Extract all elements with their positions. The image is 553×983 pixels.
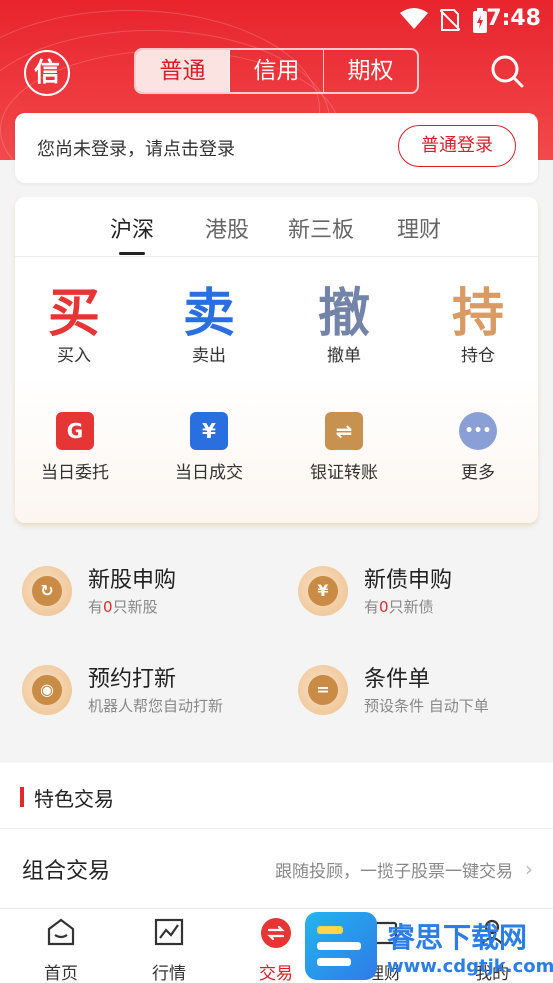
bond-subscription[interactable]: ¥ 新债申购 有0只新债 <box>298 566 553 626</box>
ipo-subscription[interactable]: ↻ 新股申购 有0只新股 <box>22 566 282 626</box>
conditional-order-subtitle: 预设条件 自动下单 <box>364 697 489 715</box>
today-orders-button[interactable]: G 当日委托 <box>15 412 135 483</box>
divider <box>0 828 553 829</box>
watermark-logo-icon <box>305 912 377 980</box>
conditional-order[interactable]: = 条件单 预设条件 自动下单 <box>298 665 553 725</box>
cancel-order-label: 撤单 <box>327 346 361 366</box>
bank-transfer-label: 银证转账 <box>310 463 378 483</box>
ipo-title: 新股申购 <box>88 568 177 593</box>
bond-subtitle: 有0只新债 <box>364 598 434 616</box>
ipo-subtitle: 有0只新股 <box>88 598 158 616</box>
login-prompt[interactable]: 您尚未登录，请点击登录 <box>37 135 235 161</box>
holdings-label: 持仓 <box>461 346 495 366</box>
home-icon <box>21 917 101 949</box>
chart-icon <box>129 917 209 949</box>
no-sim-icon <box>439 8 461 37</box>
tab-hk-stocks[interactable]: 港股 <box>205 212 249 244</box>
bond-title: 新债申购 <box>364 568 453 593</box>
status-bar: 7:48 <box>0 0 553 40</box>
tab-wealth[interactable]: 理财 <box>397 212 441 244</box>
login-card: 您尚未登录，请点击登录 普通登录 <box>15 113 538 183</box>
sell-icon: 卖 <box>182 283 235 344</box>
holdings-button[interactable]: 持 持仓 <box>423 283 533 367</box>
conditional-order-title: 条件单 <box>364 667 431 692</box>
more-icon: ••• <box>459 412 497 450</box>
more-label: 更多 <box>461 463 495 483</box>
tab-shanghai-shenzhen[interactable]: 沪深 <box>110 212 154 244</box>
portfolio-trade-desc[interactable]: 跟随投顾，一揽子股票一键交易 <box>275 857 513 882</box>
watermark-title: 睿思下载网 <box>387 921 528 954</box>
auto-ipo-title: 预约打新 <box>88 667 177 692</box>
buy-button[interactable]: 买 买入 <box>19 283 129 367</box>
exchange-icon <box>236 917 316 949</box>
active-tab-indicator <box>119 252 145 255</box>
segment-normal[interactable]: 普通 <box>136 50 230 92</box>
conditional-order-icon: = <box>298 665 348 715</box>
bank-transfer-icon: ⇌ <box>325 412 363 450</box>
watermark-url: www.cdgtjk.com <box>387 956 553 977</box>
wifi-icon <box>400 8 428 35</box>
bond-icon: ¥ <box>298 566 348 616</box>
sell-button[interactable]: 卖 卖出 <box>154 283 264 367</box>
watermark: 睿思下载网 www.cdgtjk.com <box>305 912 553 983</box>
sell-label: 卖出 <box>192 346 226 366</box>
today-trades-button[interactable]: ¥ 当日成交 <box>149 412 269 483</box>
nav-home[interactable]: 首页 <box>21 917 101 983</box>
login-button[interactable]: 普通登录 <box>398 125 516 167</box>
cancel-order-button[interactable]: 撤 撤单 <box>289 283 399 367</box>
segment-options[interactable]: 期权 <box>324 50 417 92</box>
buy-label: 买入 <box>57 346 91 366</box>
today-orders-label: 当日委托 <box>41 463 109 483</box>
chevron-right-icon[interactable]: › <box>525 857 533 881</box>
ipo-icon: ↻ <box>22 566 72 616</box>
nav-market[interactable]: 行情 <box>129 917 209 983</box>
section-title: 特色交易 <box>20 783 114 812</box>
search-icon[interactable] <box>490 54 524 88</box>
buy-icon: 买 <box>47 283 100 344</box>
brand-logo: 信 <box>24 50 70 96</box>
robot-icon: ◉ <box>22 665 72 715</box>
tab-new-third-board[interactable]: 新三板 <box>288 212 354 244</box>
segment-credit[interactable]: 信用 <box>230 50 324 92</box>
trade-panel: 沪深 港股 新三板 理财 买 买入 卖 卖出 撤 撤单 持 持仓 G 当日委托 … <box>15 197 538 523</box>
nav-trade[interactable]: 交易 <box>236 917 316 983</box>
auto-ipo[interactable]: ◉ 预约打新 机器人帮您自动打新 <box>22 665 282 725</box>
portfolio-trade-title[interactable]: 组合交易 <box>22 853 110 885</box>
bank-transfer-button[interactable]: ⇌ 银证转账 <box>284 412 404 483</box>
today-orders-icon: G <box>56 412 94 450</box>
market-tabs: 沪深 港股 新三板 理财 <box>15 197 538 257</box>
account-type-switcher: 普通 信用 期权 <box>134 48 419 94</box>
more-button[interactable]: ••• 更多 <box>418 412 538 483</box>
holdings-icon: 持 <box>451 283 504 344</box>
clock: 7:48 <box>486 6 541 31</box>
today-trades-label: 当日成交 <box>175 463 243 483</box>
cancel-order-icon: 撤 <box>317 283 370 344</box>
special-trading-section: 特色交易 组合交易 跟随投顾，一揽子股票一键交易 › <box>0 763 553 908</box>
auto-ipo-subtitle: 机器人帮您自动打新 <box>88 697 224 715</box>
today-trades-icon: ¥ <box>190 412 228 450</box>
